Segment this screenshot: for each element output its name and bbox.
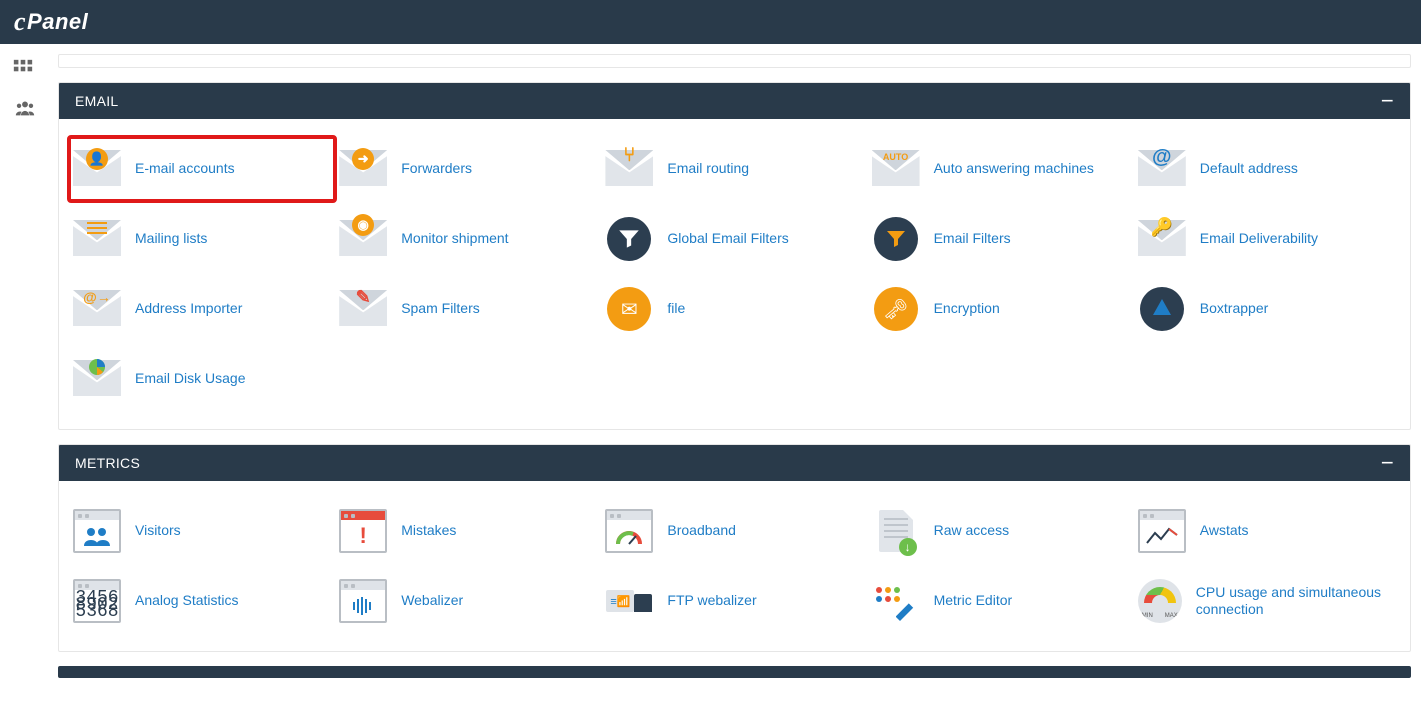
item-label[interactable]: Forwarders	[401, 160, 472, 178]
email-panel-header[interactable]: EMAIL −	[59, 83, 1410, 119]
env-atarrow-icon: @→	[73, 285, 121, 333]
email-item-default-address[interactable]: @ Default address	[1134, 137, 1400, 201]
win-wave-icon	[339, 577, 387, 625]
email-item-email-filters[interactable]: Email Filters	[868, 207, 1134, 271]
metrics-grid: Visitors! Mistakes Broadband ↓ Raw access Aws…	[59, 481, 1410, 651]
truck-icon: ≡📶	[605, 577, 653, 625]
email-item-monitor-shipment[interactable]: ◉ Monitor shipment	[335, 207, 601, 271]
env-arrow-icon: ➜	[339, 145, 387, 193]
env-at-icon: @	[1138, 145, 1186, 193]
editor-icon	[872, 577, 920, 625]
item-label[interactable]: Email routing	[667, 160, 749, 178]
win-users-icon	[73, 507, 121, 555]
env-split-icon: ⑂	[605, 145, 653, 193]
email-panel-title: EMAIL	[75, 93, 119, 109]
email-item-auto-answering-machines[interactable]: AUTO Auto answering machines	[868, 137, 1134, 201]
email-item-file[interactable]: ✉ file	[601, 277, 867, 341]
item-label[interactable]: Raw access	[934, 522, 1009, 540]
item-label[interactable]: Email Filters	[934, 230, 1011, 248]
circ-mail-icon: ✉	[605, 285, 653, 333]
env-key-icon: 🔑	[1138, 215, 1186, 263]
email-grid: 👤 E-mail accounts ➜ Forwarders ⑂ Email routin…	[59, 119, 1410, 429]
circ-funnel-icon	[872, 215, 920, 263]
email-item-boxtrapper[interactable]: Boxtrapper	[1134, 277, 1400, 341]
item-label[interactable]: E-mail accounts	[135, 160, 235, 178]
metrics-item-visitors[interactable]: Visitors	[69, 499, 335, 563]
metrics-item-awstats[interactable]: Awstats	[1134, 499, 1400, 563]
metrics-panel: METRICS − Visitors! Mistakes Broadband ↓ Raw…	[58, 444, 1411, 652]
metrics-item-raw-access[interactable]: ↓ Raw access	[868, 499, 1134, 563]
brand-logo: cPanel	[14, 7, 88, 37]
item-label[interactable]: Visitors	[135, 522, 181, 540]
bottom-strip	[58, 666, 1411, 678]
collapse-icon[interactable]: −	[1381, 456, 1394, 470]
metrics-item-cpu-usage-and-simultaneous-connection[interactable]: MINMAX CPU usage and simultaneous connect…	[1134, 569, 1400, 633]
topbar: cPanel	[0, 0, 1421, 44]
metrics-item-analog-statistics[interactable]: 012345678926489025617145368870 Analog Sta…	[69, 569, 335, 633]
email-item-e-mail-accounts[interactable]: 👤 E-mail accounts	[69, 137, 335, 201]
item-label[interactable]: FTP webalizer	[667, 592, 756, 610]
email-item-email-disk-usage[interactable]: Email Disk Usage	[69, 347, 335, 411]
metrics-item-ftp-webalizer[interactable]: ≡📶 FTP webalizer	[601, 569, 867, 633]
win-gauge-icon	[605, 507, 653, 555]
users-icon[interactable]	[12, 98, 36, 122]
metrics-panel-header[interactable]: METRICS −	[59, 445, 1410, 481]
item-label[interactable]: CPU usage and simultaneous connection	[1196, 584, 1396, 619]
email-panel: EMAIL − 👤 E-mail accounts ➜ Forwarders ⑂ Emai…	[58, 82, 1411, 430]
circ-keylock-icon: 🗝	[872, 285, 920, 333]
metrics-item-metric-editor[interactable]: Metric Editor	[868, 569, 1134, 633]
metrics-item-mistakes[interactable]: ! Mistakes	[335, 499, 601, 563]
item-label[interactable]: file	[667, 300, 685, 318]
doc-dl-icon: ↓	[872, 507, 920, 555]
email-item-mailing-lists[interactable]: Mailing lists	[69, 207, 335, 271]
circ-funnel-globe-icon	[605, 215, 653, 263]
email-item-email-routing[interactable]: ⑂ Email routing	[601, 137, 867, 201]
win-line-icon	[1138, 507, 1186, 555]
circ-trap-icon	[1138, 285, 1186, 333]
env-list-icon	[73, 215, 121, 263]
item-label[interactable]: Email Disk Usage	[135, 370, 245, 388]
email-item-spam-filters[interactable]: ✎ Spam Filters	[335, 277, 601, 341]
env-pin-icon: ◉	[339, 215, 387, 263]
item-label[interactable]: Metric Editor	[934, 592, 1013, 610]
collapse-icon[interactable]: −	[1381, 94, 1394, 108]
metrics-item-broadband[interactable]: Broadband	[601, 499, 867, 563]
item-label[interactable]: Mistakes	[401, 522, 456, 540]
item-label[interactable]: Encryption	[934, 300, 1000, 318]
item-label[interactable]: Webalizer	[401, 592, 463, 610]
env-user-icon: 👤	[73, 145, 121, 193]
env-auto-icon: AUTO	[872, 145, 920, 193]
content: EMAIL − 👤 E-mail accounts ➜ Forwarders ⑂ Emai…	[48, 44, 1421, 702]
item-label[interactable]: Monitor shipment	[401, 230, 508, 248]
item-label[interactable]: Default address	[1200, 160, 1298, 178]
email-item-address-importer[interactable]: @→ Address Importer	[69, 277, 335, 341]
item-label[interactable]: Boxtrapper	[1200, 300, 1268, 318]
left-rail	[0, 44, 48, 592]
env-pencil-icon: ✎	[339, 285, 387, 333]
email-item-global-email-filters[interactable]: Global Email Filters	[601, 207, 867, 271]
metrics-item-webalizer[interactable]: Webalizer	[335, 569, 601, 633]
win-numbers-icon: 012345678926489025617145368870	[73, 577, 121, 625]
email-item-forwarders[interactable]: ➜ Forwarders	[335, 137, 601, 201]
item-label[interactable]: Email Deliverability	[1200, 230, 1318, 248]
apps-grid-icon[interactable]	[12, 58, 36, 82]
win-error-icon: !	[339, 507, 387, 555]
item-label[interactable]: Awstats	[1200, 522, 1249, 540]
item-label[interactable]: Global Email Filters	[667, 230, 788, 248]
top-strip	[58, 54, 1411, 68]
item-label[interactable]: Broadband	[667, 522, 736, 540]
item-label[interactable]: Analog Statistics	[135, 592, 239, 610]
email-item-email-deliverability[interactable]: 🔑 Email Deliverability	[1134, 207, 1400, 271]
gauge-icon: MINMAX	[1138, 577, 1182, 625]
item-label[interactable]: Spam Filters	[401, 300, 480, 318]
item-label[interactable]: Mailing lists	[135, 230, 207, 248]
metrics-panel-title: METRICS	[75, 455, 140, 471]
env-pie-icon	[73, 355, 121, 403]
item-label[interactable]: Address Importer	[135, 300, 242, 318]
email-item-encryption[interactable]: 🗝 Encryption	[868, 277, 1134, 341]
item-label[interactable]: Auto answering machines	[934, 160, 1094, 178]
